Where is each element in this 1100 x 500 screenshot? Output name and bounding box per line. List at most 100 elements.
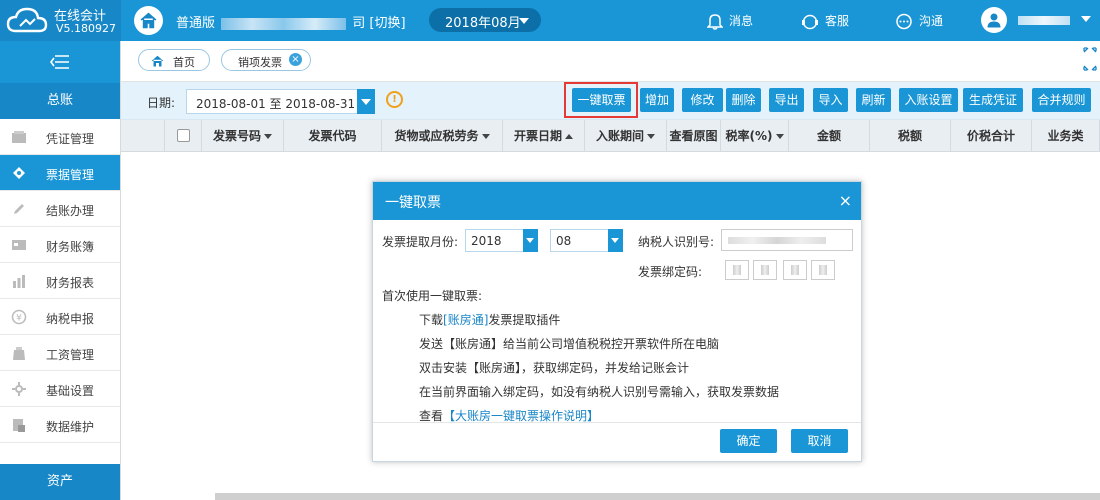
tab-sales-invoice[interactable]: 销项发票 × bbox=[221, 49, 311, 71]
bindcode-field-4[interactable] bbox=[811, 260, 835, 280]
messages-label: 消息 bbox=[729, 14, 754, 28]
month-dropdown-button[interactable] bbox=[608, 229, 623, 252]
ledger-icon bbox=[12, 240, 26, 250]
sidebar-item-label: 财务账簿 bbox=[46, 240, 95, 254]
support-link[interactable]: 客服 bbox=[801, 12, 849, 30]
column-header-5[interactable]: 查看原图 bbox=[667, 120, 721, 152]
export-button[interactable]: 导出 bbox=[769, 88, 804, 112]
sidebar-item-label: 基础设置 bbox=[46, 384, 95, 398]
sidebar-section-assets[interactable]: 资产 bbox=[0, 464, 120, 500]
tab-home[interactable]: 首页 bbox=[138, 49, 210, 71]
generate-voucher-button[interactable]: 生成凭证 bbox=[963, 88, 1023, 112]
posting-settings-button[interactable]: 入账设置 bbox=[899, 88, 958, 112]
column-header-label: 开票日期 bbox=[513, 129, 562, 143]
sort-descending-icon[interactable] bbox=[647, 134, 655, 139]
sidebar: 总账 凭证管理票据管理结账办理财务账簿财务报表 ¥ 纳税申报 工资管理基础设置数据维护… bbox=[0, 41, 121, 500]
date-label: 日期: bbox=[147, 96, 176, 110]
column-header-10[interactable]: 业务类 bbox=[1032, 120, 1100, 152]
menu-collapse-icon bbox=[50, 55, 69, 69]
warning-icon[interactable]: ! bbox=[386, 91, 403, 108]
edition-label: 普通版 bbox=[176, 16, 216, 31]
first-use-heading: 首次使用一键取票: bbox=[382, 289, 483, 303]
column-header-0[interactable]: 发票号码 bbox=[202, 120, 284, 152]
bindcode-field-3[interactable] bbox=[783, 260, 807, 280]
tab-row: 首页 销项发票 × bbox=[121, 41, 1100, 82]
sidebar-section-ledger[interactable]: 总账 bbox=[0, 83, 120, 119]
date-range-dropdown-button[interactable] bbox=[357, 89, 375, 114]
period-selector[interactable]: 2018年08月 bbox=[429, 8, 541, 32]
column-header-label: 入账期间 bbox=[595, 129, 644, 143]
bindcode-field-2[interactable] bbox=[753, 260, 777, 280]
merge-rules-button[interactable]: 合并规则 bbox=[1032, 88, 1091, 112]
sidebar-item-0[interactable]: 凭证管理 bbox=[0, 119, 120, 155]
username-redacted[interactable] bbox=[1018, 16, 1070, 25]
sidebar-item-label: 票据管理 bbox=[46, 168, 95, 182]
company-switcher[interactable]: 普通版 司 [切换] bbox=[176, 12, 406, 31]
database-icon bbox=[13, 419, 25, 432]
bar-chart-icon bbox=[13, 275, 25, 288]
taxid-label: 纳税人识别号: bbox=[638, 235, 715, 249]
sidebar-collapse-button[interactable] bbox=[0, 41, 120, 83]
month-label: 发票提取月份: bbox=[382, 235, 459, 249]
step-input-code: 在当前界面输入绑定码，如没有纳税人识别号需输入，获取发票数据 bbox=[419, 385, 780, 399]
select-all-checkbox[interactable] bbox=[177, 129, 190, 142]
sort-ascending-icon[interactable] bbox=[565, 134, 573, 139]
sort-descending-icon[interactable] bbox=[264, 134, 272, 139]
step5-prefix: 查看 bbox=[419, 409, 444, 423]
expand-icon[interactable] bbox=[1083, 47, 1097, 71]
sidebar-item-4[interactable]: 财务报表 bbox=[0, 263, 120, 299]
download-link[interactable]: [账房通] bbox=[443, 313, 488, 327]
sidebar-item-5[interactable]: ¥ 纳税申报 bbox=[0, 299, 120, 335]
chat-link[interactable]: 沟通 bbox=[895, 12, 943, 30]
bell-icon bbox=[706, 14, 724, 30]
close-icon[interactable]: × bbox=[289, 53, 302, 66]
column-header-3[interactable]: 开票日期 bbox=[503, 120, 585, 152]
column-header-6[interactable]: 税率(%) bbox=[721, 120, 789, 152]
home-button[interactable] bbox=[134, 6, 163, 35]
add-button[interactable]: 增加 bbox=[640, 88, 674, 112]
cancel-button[interactable]: 取消 bbox=[791, 429, 848, 453]
column-header-1[interactable]: 发票代码 bbox=[284, 120, 382, 152]
wallet-icon bbox=[13, 347, 25, 360]
column-header-7[interactable]: 金额 bbox=[789, 120, 870, 152]
confirm-button[interactable]: 确定 bbox=[720, 429, 777, 453]
app-logo[interactable]: 在线会计 V5.180927 bbox=[0, 0, 121, 41]
chevron-down-icon bbox=[526, 238, 534, 243]
bindcode-field-1[interactable] bbox=[725, 260, 749, 280]
date-range-picker[interactable]: 2018-08-01 至 2018-08-31 bbox=[186, 89, 374, 114]
messages-link[interactable]: 消息 bbox=[706, 12, 754, 30]
row-number-header bbox=[121, 120, 165, 152]
column-header-4[interactable]: 入账期间 bbox=[585, 120, 667, 152]
horizontal-scrollbar[interactable] bbox=[215, 493, 1100, 500]
sidebar-item-2[interactable]: 结账办理 bbox=[0, 191, 120, 227]
column-header-9[interactable]: 价税合计 bbox=[951, 120, 1032, 152]
guide-link[interactable]: 【大账房一键取票操作说明】 bbox=[443, 409, 599, 423]
delete-button[interactable]: 删除 bbox=[726, 88, 761, 112]
user-menu-chevron-icon[interactable] bbox=[1081, 16, 1091, 22]
column-header-8[interactable]: 税额 bbox=[870, 120, 951, 152]
sidebar-item-7[interactable]: 基础设置 bbox=[0, 371, 120, 407]
sidebar-item-3[interactable]: 财务账簿 bbox=[0, 227, 120, 263]
year-dropdown-button[interactable] bbox=[523, 229, 538, 252]
step-send: 发送【账房通】给当前公司增值税税控开票软件所在电脑 bbox=[419, 337, 720, 351]
step1-prefix: 下载 bbox=[419, 313, 444, 327]
taxid-field[interactable] bbox=[721, 229, 853, 251]
column-header-2[interactable]: 货物或应税劳务 bbox=[382, 120, 503, 152]
toolbar: 日期: 2018-08-01 至 2018-08-31 ! 一键取票 增加 修改 删除… bbox=[121, 82, 1100, 120]
edit-button[interactable]: 修改 bbox=[682, 88, 723, 112]
refresh-button[interactable]: 刷新 bbox=[856, 88, 891, 112]
sidebar-item-6[interactable]: 工资管理 bbox=[0, 335, 120, 371]
year-select[interactable]: 2018 bbox=[465, 229, 538, 252]
sort-descending-icon[interactable] bbox=[775, 134, 784, 139]
import-button[interactable]: 导入 bbox=[813, 88, 848, 112]
column-header-label: 发票代码 bbox=[308, 129, 357, 143]
avatar[interactable] bbox=[981, 7, 1007, 33]
close-icon[interactable]: × bbox=[839, 191, 852, 210]
sidebar-item-1[interactable]: 票据管理 bbox=[0, 155, 120, 191]
column-header-label: 业务类 bbox=[1047, 129, 1084, 143]
tab-sales-invoice-label: 销项发票 bbox=[238, 56, 282, 69]
sort-descending-icon[interactable] bbox=[481, 134, 490, 139]
sidebar-item-8[interactable]: 数据维护 bbox=[0, 407, 120, 443]
month-select[interactable]: 08 bbox=[550, 229, 623, 252]
company-switch-link[interactable]: 司 [切换] bbox=[352, 16, 405, 31]
